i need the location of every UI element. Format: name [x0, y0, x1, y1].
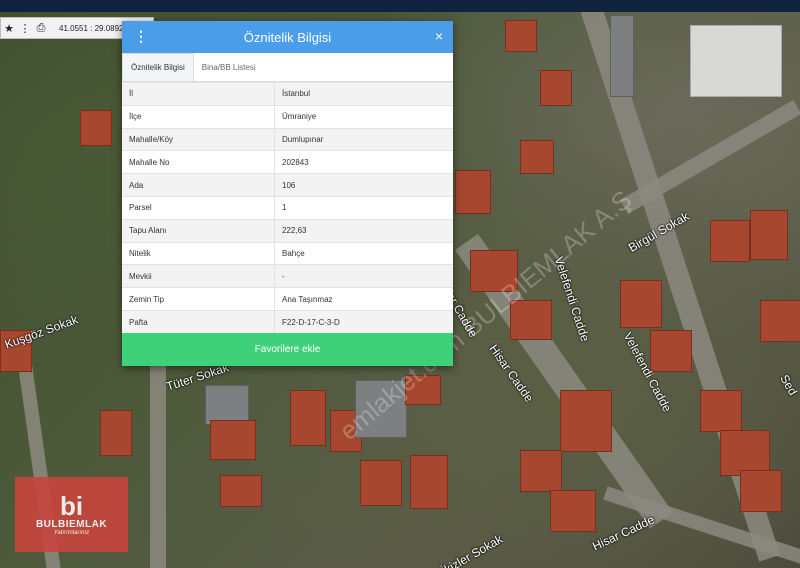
building — [610, 15, 634, 97]
table-row: Mahalle No 202843 — [122, 150, 453, 174]
attribute-value: Bahçe — [274, 241, 453, 265]
attribute-value: Dumlupınar — [274, 127, 453, 151]
dialog-tabs: Öznitelik Bilgisi Bina/BB Listesi — [122, 53, 453, 82]
building — [760, 300, 800, 342]
attribute-key: İl — [122, 82, 275, 106]
attribute-dialog: ⋮ Öznitelik Bilgisi × Öznitelik Bilgisi … — [122, 21, 453, 366]
building — [520, 450, 562, 492]
attribute-value: Ana Taşınmaz — [274, 287, 453, 311]
close-icon[interactable]: × — [435, 28, 443, 44]
building — [550, 490, 596, 532]
building — [505, 20, 537, 52]
attribute-value: İstanbul — [274, 82, 453, 106]
dialog-header: ⋮ Öznitelik Bilgisi × — [122, 21, 453, 53]
attribute-value: 1 — [274, 195, 453, 220]
building — [210, 420, 256, 460]
logo-tagline: Yatırımlarınız — [53, 530, 90, 536]
table-row: Pafta F22-D-17-C-3-D — [122, 309, 453, 334]
building — [80, 110, 112, 146]
building — [290, 390, 326, 446]
attribute-value: 106 — [274, 173, 453, 197]
table-row: İl İstanbul — [122, 82, 453, 106]
print-icon[interactable]: ⎙ — [33, 22, 49, 35]
coordinates-readout: 41.0551 : 29.0892 — [59, 23, 124, 33]
dialog-title: Öznitelik Bilgisi — [243, 29, 332, 45]
building — [620, 280, 662, 328]
attribute-key: Mevkii — [122, 264, 275, 288]
star-icon[interactable]: ★ — [1, 22, 17, 35]
table-row: Mevkii - — [122, 264, 453, 288]
logo-name: BULBIEMLAK — [35, 519, 108, 530]
street-label: İkizler Sokak — [439, 531, 505, 568]
attribute-key: Mahalle No — [122, 150, 275, 174]
menu-icon[interactable]: ⋮ — [134, 28, 148, 45]
table-row: Zemin Tip Ana Taşınmaz — [122, 287, 453, 311]
building — [205, 385, 249, 425]
building — [740, 470, 782, 512]
building — [650, 330, 692, 372]
brand-logo: bi BULBIEMLAK Yatırımlarınız — [15, 477, 128, 552]
table-row: Mahalle/Köy Dumlupınar — [122, 127, 453, 151]
building — [540, 70, 572, 106]
building — [690, 25, 782, 97]
logo-mark: bi — [59, 491, 84, 521]
menu-icon[interactable]: ⋮ — [17, 22, 33, 35]
building — [220, 475, 262, 507]
building — [410, 455, 448, 509]
table-row: Parsel 1 — [122, 195, 453, 220]
attribute-key: Nitelik — [122, 241, 275, 265]
road — [150, 350, 166, 568]
top-bar — [0, 0, 800, 12]
table-row: Ada 106 — [122, 173, 453, 197]
building — [520, 140, 554, 174]
attribute-value: 202843 — [274, 150, 453, 174]
table-row: Tapu Alanı 222,63 — [122, 218, 453, 243]
attribute-value: F22-D-17-C-3-D — [274, 309, 453, 334]
attribute-value: - — [274, 264, 453, 288]
table-row: Nitelik Bahçe — [122, 241, 453, 265]
attribute-key: Tapu Alanı — [122, 218, 275, 243]
attribute-key: Mahalle/Köy — [122, 127, 275, 151]
building — [100, 410, 132, 456]
building — [360, 460, 402, 506]
tab-attributes[interactable]: Öznitelik Bilgisi — [122, 53, 194, 81]
attribute-key: Ada — [122, 173, 275, 197]
building — [455, 170, 491, 214]
tab-building-list[interactable]: Bina/BB Listesi — [194, 53, 264, 81]
attribute-value: Ümraniye — [274, 104, 453, 129]
street-label: Sed — [777, 372, 800, 398]
building — [710, 220, 750, 262]
add-to-favorites-button[interactable]: Favorilere ekle — [122, 333, 453, 366]
attribute-key: Pafta — [122, 309, 275, 334]
building — [560, 390, 612, 452]
attribute-key: Zemin Tip — [122, 287, 275, 311]
attribute-table: İl İstanbul İlçe Ümraniye Mahalle/Köy Dumlu… — [122, 82, 453, 334]
attribute-value: 222,63 — [274, 218, 453, 243]
table-row: İlçe Ümraniye — [122, 104, 453, 129]
attribute-key: Parsel — [122, 195, 275, 220]
attribute-key: İlçe — [122, 104, 275, 129]
building — [750, 210, 788, 260]
building — [700, 390, 742, 432]
street-label: Hisar Cadde — [590, 512, 657, 554]
